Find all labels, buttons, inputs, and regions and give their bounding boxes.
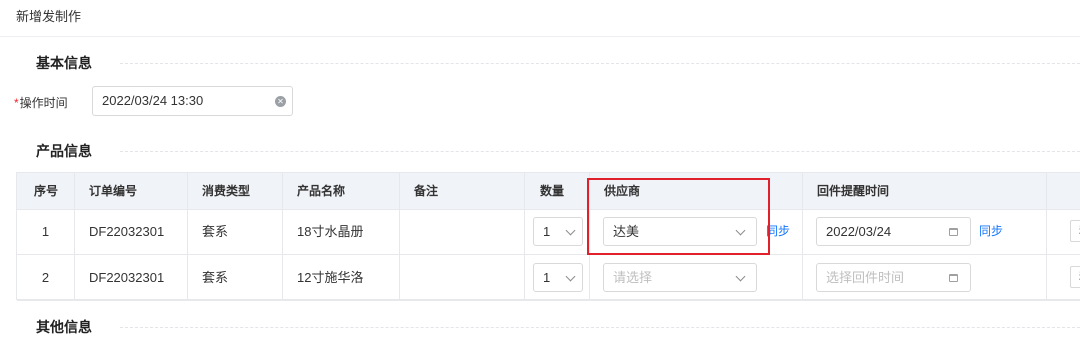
section-basic-info: 基本信息 bbox=[36, 52, 1080, 74]
col-header-note: 备注 bbox=[400, 173, 525, 209]
clear-icon[interactable]: ✕ bbox=[275, 96, 286, 107]
table-row: 2 DF22032301 套系 12寸施华洛 1 请选择 选择回件时间 移除 bbox=[17, 255, 1080, 301]
product-table: 序号 订单编号 消费类型 产品名称 备注 数量 供应商 回件提醒时间 操作 1 … bbox=[16, 172, 1080, 301]
cell-note bbox=[400, 255, 525, 300]
cell-type: 套系 bbox=[188, 255, 283, 300]
table-header: 序号 订单编号 消费类型 产品名称 备注 数量 供应商 回件提醒时间 操作 bbox=[17, 173, 1080, 210]
chevron-down-icon bbox=[735, 271, 746, 282]
calendar-icon bbox=[949, 228, 958, 236]
cell-action: 移除 bbox=[1047, 255, 1080, 300]
return-date-picker[interactable]: 选择回件时间 bbox=[816, 263, 971, 292]
chevron-down-icon bbox=[735, 225, 746, 236]
cell-return-time: 选择回件时间 bbox=[803, 255, 1047, 300]
col-header-product: 产品名称 bbox=[283, 173, 400, 209]
cell-index: 1 bbox=[17, 209, 75, 254]
cell-action: 移除 bbox=[1047, 209, 1080, 254]
table-row: 1 DF22032301 套系 18寸水晶册 1 达美 同步 2022/03/2… bbox=[17, 209, 1080, 255]
operation-time-label-text: 操作时间 bbox=[19, 96, 68, 110]
cell-product: 18寸水晶册 bbox=[283, 209, 400, 254]
section-divider bbox=[120, 151, 1080, 152]
section-title-product: 产品信息 bbox=[36, 143, 92, 159]
col-header-return-time: 回件提醒时间 bbox=[803, 173, 1047, 209]
return-sync-link[interactable]: 同步 bbox=[979, 222, 1003, 239]
cell-qty: 1 bbox=[525, 209, 590, 254]
cell-type: 套系 bbox=[188, 209, 283, 254]
section-title-basic: 基本信息 bbox=[36, 55, 92, 71]
remove-button[interactable]: 移除 bbox=[1070, 266, 1080, 288]
cell-index: 2 bbox=[17, 255, 75, 300]
section-title-other: 其他信息 bbox=[36, 319, 92, 335]
cell-supplier: 达美 同步 bbox=[590, 209, 803, 254]
cell-order-no: DF22032301 bbox=[75, 255, 188, 300]
section-divider bbox=[120, 63, 1080, 64]
section-product-info: 产品信息 bbox=[36, 140, 1080, 162]
qty-select[interactable]: 1 bbox=[533, 217, 583, 246]
operation-time-value: 2022/03/24 13:30 bbox=[102, 93, 204, 108]
cell-return-time: 2022/03/24 同步 bbox=[803, 209, 1047, 254]
col-header-order-no: 订单编号 bbox=[75, 173, 188, 209]
cell-qty: 1 bbox=[525, 255, 590, 300]
calendar-icon bbox=[949, 274, 958, 282]
col-header-type: 消费类型 bbox=[188, 173, 283, 209]
cell-note bbox=[400, 209, 525, 254]
remove-button[interactable]: 移除 bbox=[1070, 220, 1080, 242]
cell-product: 12寸施华洛 bbox=[283, 255, 400, 300]
chevron-down-icon bbox=[565, 225, 576, 236]
return-date-picker[interactable]: 2022/03/24 bbox=[816, 217, 971, 246]
cell-supplier: 请选择 bbox=[590, 255, 803, 300]
required-mark: * bbox=[14, 96, 19, 110]
col-header-qty: 数量 bbox=[525, 173, 590, 209]
operation-time-input[interactable]: 2022/03/24 13:30 ✕ bbox=[92, 86, 293, 116]
supplier-select[interactable]: 达美 bbox=[603, 217, 757, 246]
top-bar: 新增发制作 bbox=[0, 0, 1080, 37]
operation-time-label: *操作时间 bbox=[14, 94, 68, 111]
col-header-action: 操作 bbox=[1047, 173, 1080, 209]
section-divider bbox=[120, 327, 1080, 328]
col-header-supplier: 供应商 bbox=[590, 173, 803, 209]
qty-select[interactable]: 1 bbox=[533, 263, 583, 292]
supplier-sync-link[interactable]: 同步 bbox=[766, 222, 790, 239]
cell-order-no: DF22032301 bbox=[75, 209, 188, 254]
supplier-select[interactable]: 请选择 bbox=[603, 263, 757, 292]
page-title: 新增发制作 bbox=[16, 9, 82, 24]
col-header-index: 序号 bbox=[17, 173, 75, 209]
chevron-down-icon bbox=[565, 271, 576, 282]
section-other-info: 其他信息 bbox=[36, 316, 1080, 338]
